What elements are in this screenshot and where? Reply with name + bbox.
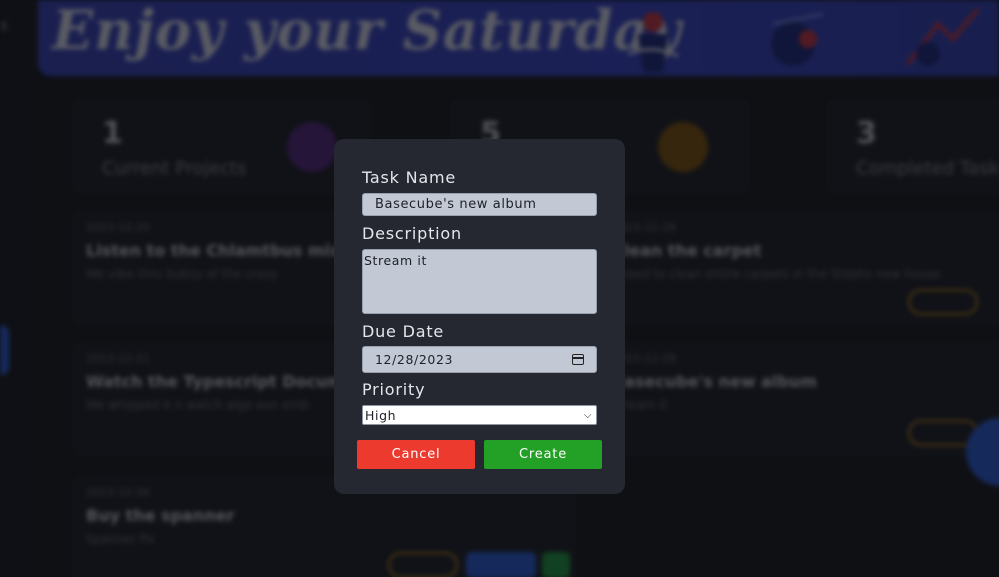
new-task-modal: Task Name Basecube's new album Descripti… xyxy=(334,139,625,494)
description-label: Description xyxy=(362,224,462,243)
task-name-label: Task Name xyxy=(362,168,457,187)
due-date-label: Due Date xyxy=(362,322,445,341)
priority-label: Priority xyxy=(362,380,426,399)
priority-selected-value: High xyxy=(365,407,397,423)
calendar-icon[interactable] xyxy=(572,354,584,365)
description-textarea[interactable]: Stream it xyxy=(362,249,597,314)
priority-select[interactable]: High ⌵ xyxy=(362,405,597,425)
create-button[interactable]: Create xyxy=(484,440,602,469)
chevron-down-icon: ⌵ xyxy=(583,409,592,421)
task-name-input[interactable]: Basecube's new album xyxy=(362,193,597,216)
due-date-value: 12/28/2023 xyxy=(375,352,454,367)
due-date-input[interactable]: 12/28/2023 xyxy=(362,346,597,373)
cancel-button[interactable]: Cancel xyxy=(357,440,475,469)
